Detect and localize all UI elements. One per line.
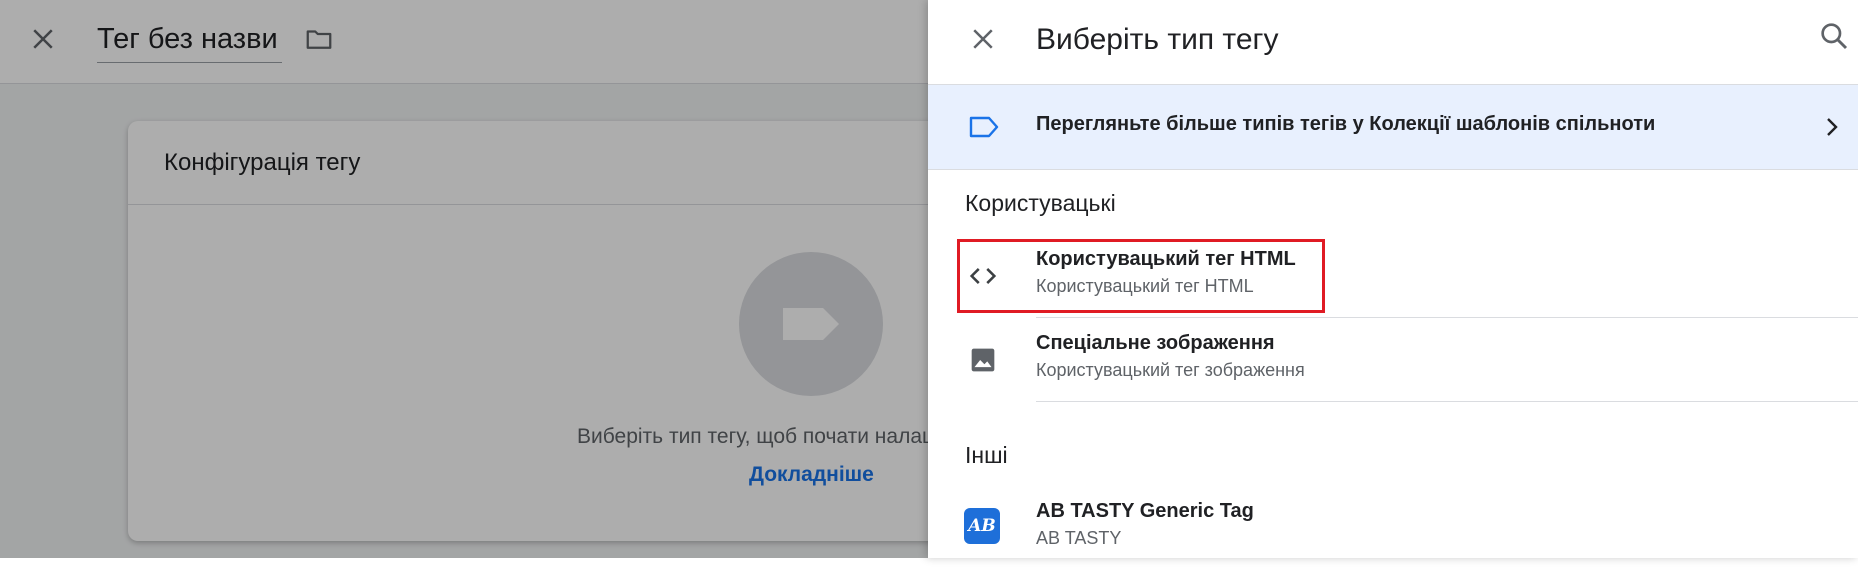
tag-type-subtitle: Користувацький тег зображення xyxy=(1036,360,1305,380)
tag-type-subtitle: Користувацький тег HTML xyxy=(1036,276,1254,296)
tag-type-name: Спеціальне зображення xyxy=(1036,332,1275,354)
tag-type-name: Користувацький тег HTML xyxy=(1036,248,1296,270)
panel-title: Виберіть тип тегу xyxy=(1036,23,1279,56)
section-custom-label: Користувацькі xyxy=(965,190,1116,216)
tag-type-custom-image[interactable]: Спеціальне зображення Користувацький тег… xyxy=(928,318,1858,402)
tag-icon xyxy=(968,115,1000,139)
panel-header: Виберіть тип тегу xyxy=(928,0,1858,85)
tag-type-name: AB TASTY Generic Tag xyxy=(1036,500,1254,522)
community-gallery-banner[interactable]: Перегляньте більше типів тегів у Колекці… xyxy=(928,85,1858,170)
tag-type-custom-html[interactable]: Користувацький тег HTML Користувацький т… xyxy=(928,234,1858,318)
tag-type-subtitle: AB TASTY xyxy=(1036,528,1122,548)
search-icon[interactable] xyxy=(1818,20,1850,52)
close-icon[interactable] xyxy=(968,24,998,54)
section-other-label: Інші xyxy=(965,442,1008,468)
divider xyxy=(1036,401,1858,402)
chevron-right-icon xyxy=(1821,115,1843,139)
code-icon xyxy=(966,259,1000,293)
banner-label: Перегляньте більше типів тегів у Колекці… xyxy=(1036,113,1656,135)
tag-type-ab-tasty[interactable]: AB AB TASTY Generic Tag AB TASTY xyxy=(928,486,1858,570)
image-icon xyxy=(966,343,1000,377)
choose-tag-type-panel: Виберіть тип тегу Перегляньте більше тип… xyxy=(928,0,1858,558)
ab-tasty-logo-icon: AB xyxy=(964,508,1000,544)
